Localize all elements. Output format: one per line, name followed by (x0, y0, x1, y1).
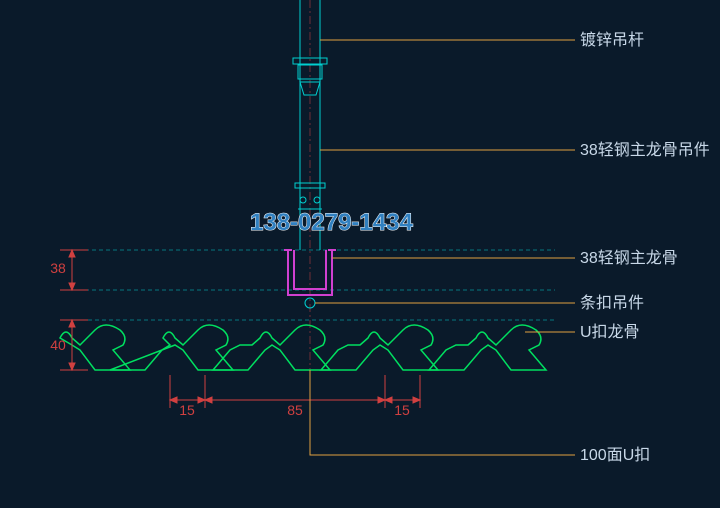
dim-h85-text: 85 (287, 402, 303, 418)
label-ukeel: U扣龙骨 (580, 323, 640, 341)
u-keel-profile (60, 325, 546, 370)
label-clip: 条扣吊件 (580, 294, 644, 312)
watermark: 138-0279-1434 (250, 209, 413, 236)
dim-h15b-text: 15 (394, 402, 410, 418)
label-upanel: 100面U扣 (580, 446, 650, 464)
dim-v40-text: 40 (50, 337, 66, 353)
cad-drawing: 38 40 15 85 15 镀锌吊杆 38轻钢主龙骨吊件 38轻钢主龙骨 条扣… (0, 0, 720, 508)
label-hanger: 38轻钢主龙骨吊件 (580, 141, 710, 159)
label-main: 38轻钢主龙骨 (580, 249, 678, 267)
leader-lines (310, 40, 575, 455)
dim-v38-text: 38 (50, 260, 66, 276)
label-rod: 镀锌吊杆 (580, 31, 644, 49)
dim-h15a-text: 15 (179, 402, 195, 418)
